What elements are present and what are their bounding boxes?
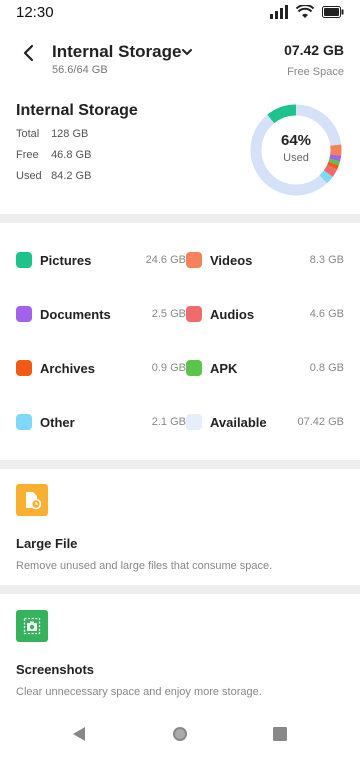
status-icons	[270, 5, 344, 19]
page-title[interactable]: Internal Storage	[52, 42, 181, 62]
nav-back-icon[interactable]	[70, 724, 90, 744]
signal-icon	[270, 5, 288, 19]
category-size: 4.6 GB	[309, 308, 344, 320]
free-row: Free 46.8 GB	[16, 149, 91, 161]
total-row: Total 128 GB	[16, 128, 88, 140]
category-name: Audios	[210, 307, 255, 322]
free-value: 46.8 GB	[51, 149, 92, 161]
free-label: Free	[16, 149, 39, 161]
category-size: 07.42 GB	[297, 416, 344, 428]
nav-home-icon[interactable]	[170, 724, 190, 744]
category-name: Documents	[40, 307, 111, 322]
chevron-down-icon[interactable]	[180, 45, 194, 59]
category-size: 0.8 GB	[309, 362, 344, 374]
used-row: Used 84.2 GB	[16, 170, 91, 182]
status-bar: 12:30	[0, 0, 360, 24]
category-name: Pictures	[40, 253, 92, 268]
available-swatch	[186, 414, 202, 430]
free-space-value: 07.42 GB	[284, 42, 344, 58]
storage-usage-subtitle: 56.6/64 GB	[52, 64, 108, 76]
feature-description: Remove unused and large files that consu…	[16, 560, 273, 572]
archives-swatch	[16, 360, 32, 376]
category-audios[interactable]: Audios 4.6 GB	[186, 302, 344, 326]
large-file-icon	[16, 484, 48, 516]
category-videos[interactable]: Videos 8.3 GB	[186, 248, 344, 272]
feature-description: Clear unnecessary space and enjoy more s…	[16, 686, 262, 698]
feature-title: Large File	[16, 536, 78, 551]
category-name: Archives	[40, 361, 95, 376]
used-label: Used	[16, 170, 42, 182]
used-percent: 64%	[280, 132, 312, 149]
large-file-card[interactable]: Large File Remove unused and large files…	[0, 484, 360, 600]
status-time: 12:30	[16, 4, 54, 21]
category-size: 8.3 GB	[309, 254, 344, 266]
summary-title: Internal Storage	[16, 102, 138, 119]
category-size: 24.6 GB	[145, 254, 186, 266]
used-value: 84.2 GB	[51, 170, 92, 182]
documents-swatch	[16, 306, 32, 322]
section-divider	[0, 460, 360, 469]
navigation-bar	[0, 710, 360, 760]
nav-recents-icon[interactable]	[270, 724, 290, 744]
free-space-label: Free Space	[287, 66, 344, 78]
storage-summary: Internal Storage Total 128 GB Free 46.8 …	[0, 100, 360, 210]
category-available[interactable]: Available 07.42 GB	[186, 410, 344, 434]
category-name: Available	[210, 415, 267, 430]
category-name: Videos	[210, 253, 253, 268]
section-divider	[0, 585, 360, 594]
category-size: 2.1 GB	[151, 416, 186, 428]
category-name: APK	[210, 361, 238, 376]
category-other[interactable]: Other 2.1 GB	[16, 410, 186, 434]
other-swatch	[16, 414, 32, 430]
screenshot-icon	[16, 610, 48, 642]
category-apk[interactable]: APK 0.8 GB	[186, 356, 344, 380]
category-grid: Pictures 24.6 GB Videos 8.3 GB Documents…	[0, 234, 360, 454]
storage-donut-chart	[250, 104, 342, 196]
feature-title: Screenshots	[16, 662, 95, 677]
used-caption: Used	[283, 152, 309, 164]
category-archives[interactable]: Archives 0.9 GB	[16, 356, 186, 380]
pictures-swatch	[16, 252, 32, 268]
screenshots-card[interactable]: Screenshots Clear unnecessary space and …	[0, 610, 360, 726]
section-divider	[0, 214, 360, 223]
videos-swatch	[186, 252, 202, 268]
audios-swatch	[186, 306, 202, 322]
category-documents[interactable]: Documents 2.5 GB	[16, 302, 186, 326]
total-value: 128 GB	[51, 128, 89, 140]
category-name: Other	[40, 415, 75, 430]
battery-icon	[322, 6, 344, 18]
category-pictures[interactable]: Pictures 24.6 GB	[16, 248, 186, 272]
category-size: 0.9 GB	[151, 362, 186, 374]
header: Internal Storage 56.6/64 GB 07.42 GB Fre…	[0, 36, 360, 86]
apk-swatch	[186, 360, 202, 376]
category-size: 2.5 GB	[151, 308, 186, 320]
total-label: Total	[16, 128, 40, 140]
back-arrow-icon[interactable]	[18, 42, 40, 64]
wifi-icon	[296, 5, 314, 18]
